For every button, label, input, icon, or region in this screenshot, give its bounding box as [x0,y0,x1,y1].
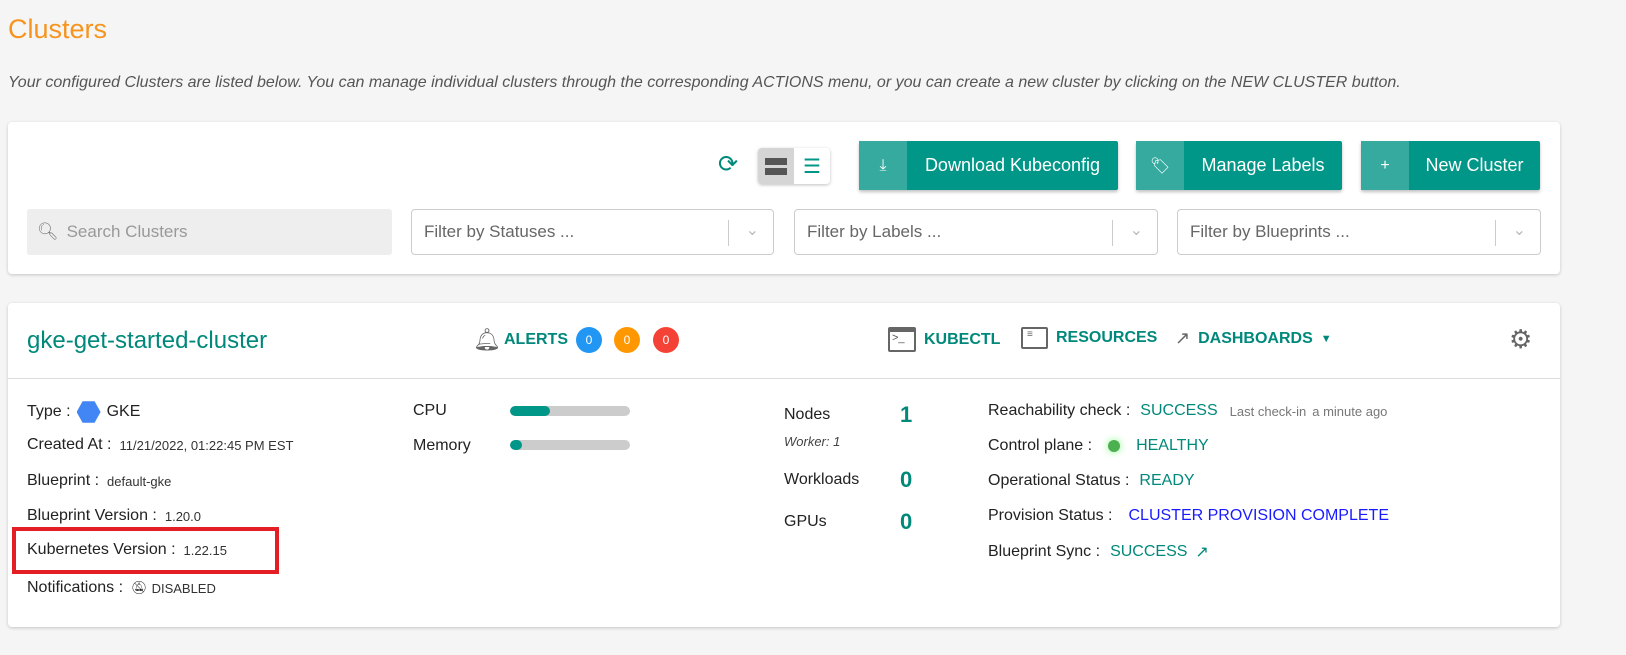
worker-count: Worker: 1 [784,434,841,449]
cluster-name[interactable]: gke-get-started-cluster [27,327,267,355]
blueprints-filter[interactable]: Filter by Blueprints ... ⌄ [1177,209,1541,255]
workloads-count: 0 [900,467,913,492]
blueprint-row: Blueprint : default-gke [27,472,172,489]
alert-count-warning[interactable]: 0 [614,327,640,353]
search-input[interactable]: 🔍︎ Search Clusters [27,209,392,255]
type-row: Type : GKE [27,400,140,424]
health-dot-icon [1108,440,1121,452]
list-view-button[interactable]: ☰ [794,148,830,184]
created-row: Created At :11/21/2022, 01:22:45 PM EST [27,436,294,453]
status-filter[interactable]: Filter by Statuses ... ⌄ [411,209,774,255]
operational-status-row: Operational Status : READY [988,472,1195,489]
cpu-bar [510,406,630,416]
download-kubeconfig-button[interactable]: ⤓ Download Kubeconfig [859,141,1118,190]
chevron-down-icon: ⌄ [745,222,759,239]
plus-icon: + [1361,141,1409,190]
nodes-label: Nodes [784,406,831,423]
notifications-row: Notifications : 🔕︎ DISABLED [27,579,216,596]
monitor-icon: ≡ [1021,327,1048,349]
bell-off-icon: 🔕︎ [131,580,148,595]
blueprint-version-row: Blueprint Version :1.20.0 [27,507,202,524]
nodes-count: 1 [900,402,913,427]
divider [8,378,1560,379]
tag-icon: 🏷 [1136,141,1184,190]
provision-status-row: Provision Status : CLUSTER PROVISION COMP… [988,507,1389,524]
chevron-down-icon: ⌄ [1512,222,1526,239]
download-icon: ⤓ [859,141,907,190]
alert-count-info[interactable]: 0 [576,327,602,353]
terminal-icon: >_ [888,327,916,352]
external-link-icon[interactable]: ↗ [1195,542,1208,562]
kubectl-button[interactable]: >_ KUBECTL [888,327,1000,352]
search-icon: 🔍︎ [37,222,59,241]
gke-icon [76,401,101,423]
kubernetes-version-row: Kubernetes Version :1.22.15 [27,541,227,558]
resources-button[interactable]: ≡ RESOURCES [1021,327,1157,349]
alerts-link[interactable]: ALERTS [504,331,568,349]
caret-down-icon: ▼ [1320,332,1332,345]
reachability-row: Reachability check : SUCCESS Last check-in… [988,402,1388,419]
manage-labels-button[interactable]: 🏷 Manage Labels [1136,141,1342,190]
chevron-down-icon: ⌄ [1129,222,1143,239]
view-toggle: ☰ [758,148,830,184]
control-plane-row: Control plane : HEALTHY [988,437,1209,454]
refresh-icon[interactable]: ⟳ [718,150,738,179]
trend-icon: ↗ [1175,328,1191,348]
alert-count-critical[interactable]: 0 [653,327,679,353]
page-description: Your configured Clusters are listed belo… [8,74,1401,91]
gear-icon[interactable]: ⚙ [1509,324,1532,355]
bell-icon: 🔔︎ [473,327,501,352]
workloads-label: Workloads [784,471,860,488]
gpus-count: 0 [900,509,913,534]
dashboards-button[interactable]: ↗ DASHBOARDS ▼ [1175,328,1332,349]
cpu-label: CPU [413,402,447,419]
memory-label: Memory [413,437,471,454]
memory-bar [510,440,630,450]
labels-filter[interactable]: Filter by Labels ... ⌄ [794,209,1158,255]
gpus-label: GPUs [784,513,827,530]
blueprint-sync-row: Blueprint Sync : SUCCESS ↗ [988,542,1209,562]
card-view-button[interactable] [758,148,794,184]
page-title: Clusters [8,14,108,44]
new-cluster-button[interactable]: + New Cluster [1361,141,1540,190]
